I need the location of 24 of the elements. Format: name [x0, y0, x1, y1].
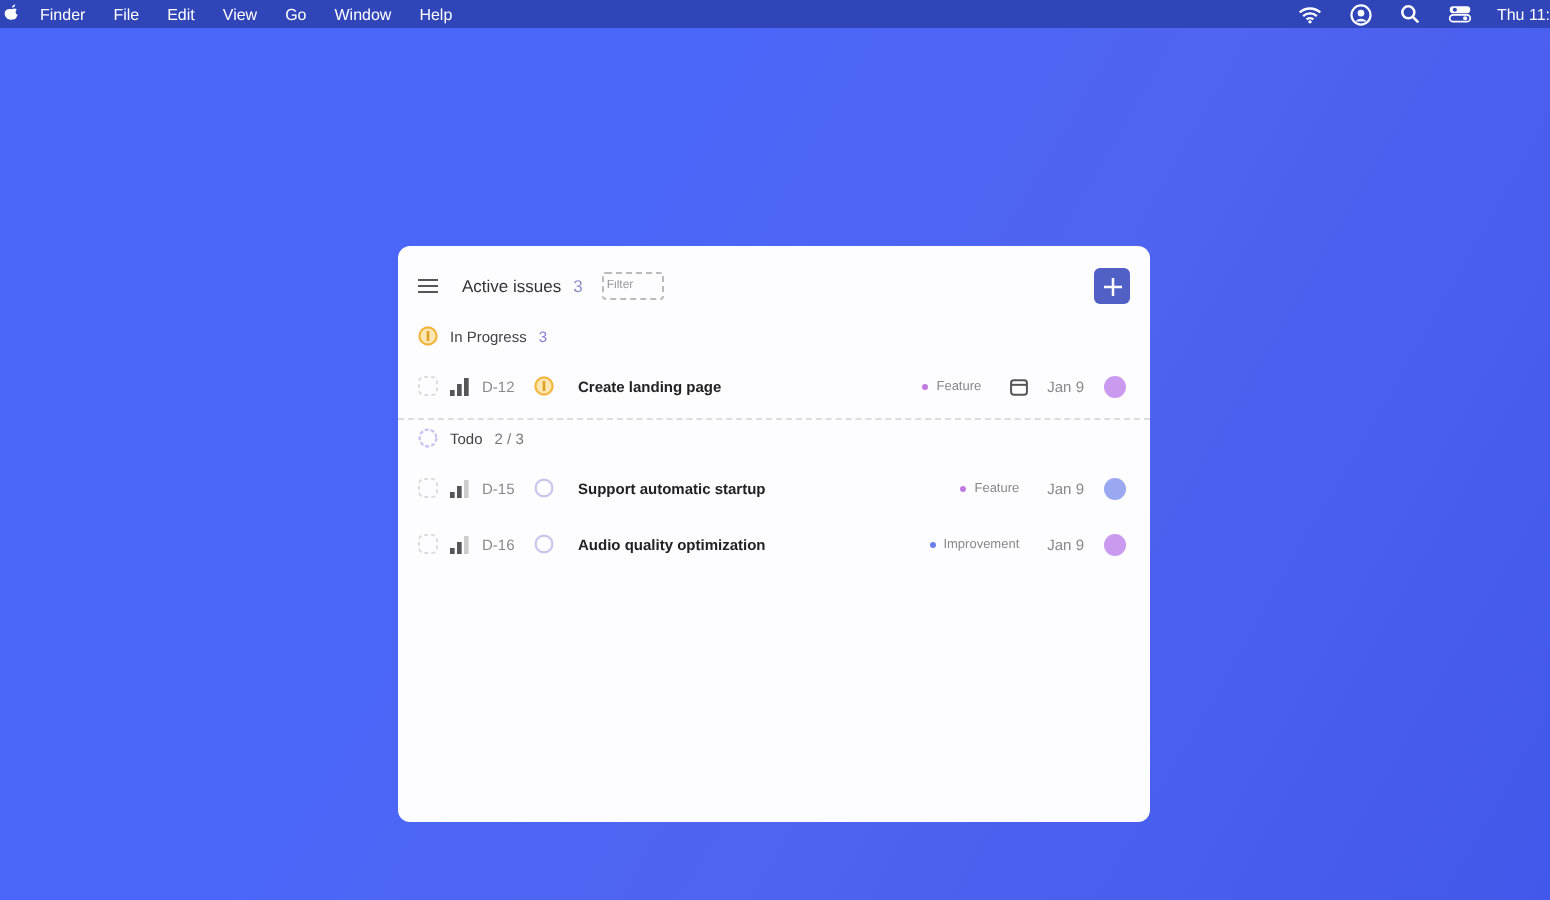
menu-item[interactable]: Go — [285, 5, 307, 23]
priority-icon — [450, 479, 470, 497]
menu-item[interactable]: File — [113, 5, 140, 23]
menu-bar-clock: Thu 11: — [1496, 5, 1550, 23]
panel-title: Active issues — [462, 276, 562, 296]
menu-icon[interactable] — [418, 278, 438, 294]
add-button[interactable] — [1094, 268, 1130, 304]
priority-icon — [450, 377, 470, 395]
menu-item[interactable]: View — [222, 5, 258, 23]
control-center-icon[interactable] — [1448, 4, 1473, 24]
menu-item[interactable]: Help — [419, 5, 453, 23]
menu-item[interactable]: Window — [334, 5, 392, 23]
user-icon[interactable] — [1350, 3, 1373, 25]
search-icon[interactable] — [1400, 4, 1421, 24]
wifi-icon[interactable] — [1298, 5, 1323, 23]
priority-icon — [450, 535, 470, 553]
apple-logo-icon[interactable] — [4, 4, 20, 24]
issue-count: 3 — [573, 276, 583, 296]
menu-item[interactable]: Finder — [40, 5, 86, 23]
checkbox-icon[interactable] — [418, 478, 438, 498]
plus-icon — [1103, 277, 1121, 295]
checkbox-icon[interactable] — [418, 376, 438, 396]
menu-item[interactable]: Edit — [167, 5, 195, 23]
checkbox-icon[interactable] — [418, 534, 438, 554]
